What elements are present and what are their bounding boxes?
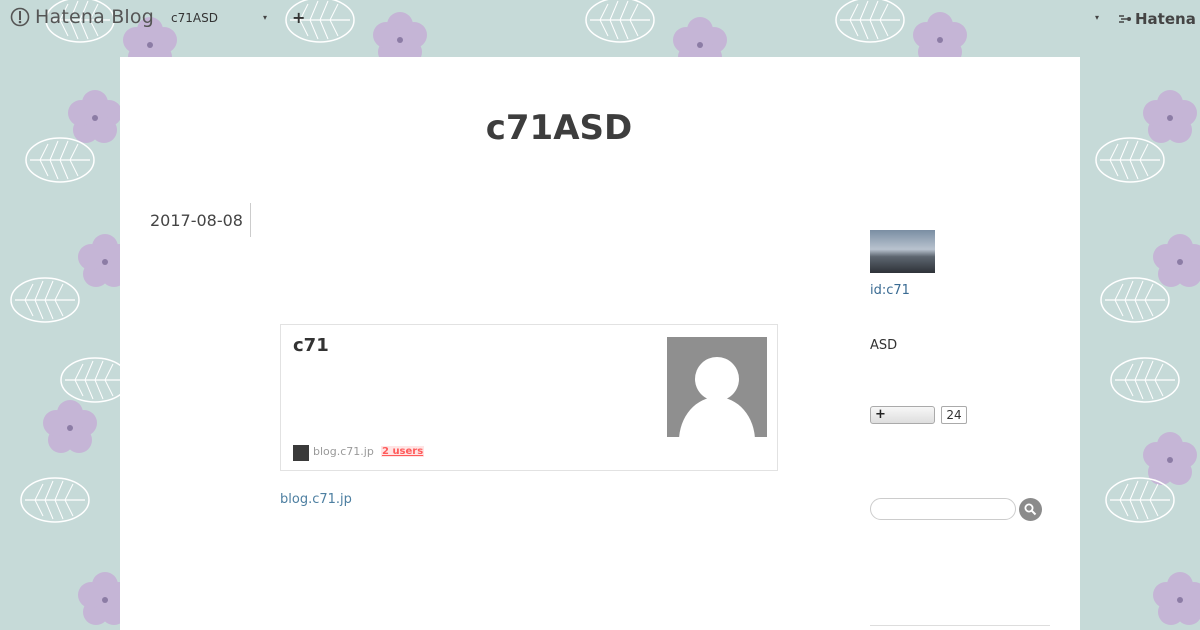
hatena-logo-icon bbox=[1119, 15, 1131, 23]
profile-description: ASD bbox=[870, 338, 898, 353]
user-placeholder-icon bbox=[667, 337, 767, 437]
hatena-logo[interactable]: Hatena bbox=[1118, 10, 1196, 28]
entry-date[interactable]: 2017-08-08 bbox=[150, 211, 243, 230]
chevron-down-icon[interactable]: ▾ bbox=[1095, 13, 1099, 22]
entry-link[interactable]: blog.c71.jp bbox=[280, 492, 352, 507]
search-input[interactable] bbox=[870, 498, 1016, 520]
divider bbox=[250, 203, 251, 237]
hatena-blog-logo[interactable]: Hatena Blog bbox=[10, 6, 154, 28]
plus-icon[interactable]: + bbox=[292, 8, 305, 27]
divider bbox=[870, 625, 1050, 626]
blog-title[interactable]: c71ASD bbox=[0, 108, 1118, 148]
chevron-down-icon[interactable]: ▾ bbox=[263, 13, 267, 22]
hatena-logo-text: Hatena bbox=[1135, 10, 1196, 28]
hatena-blog-logo-text: Hatena Blog bbox=[35, 6, 154, 28]
embed-card-site[interactable]: blog.c71.jp bbox=[313, 445, 374, 458]
blog-selector[interactable]: c71ASD bbox=[171, 11, 218, 25]
bookmark-users-badge[interactable]: 2 users bbox=[381, 446, 425, 457]
profile-id-link[interactable]: id:c71 bbox=[870, 283, 910, 298]
search-button[interactable] bbox=[1019, 498, 1042, 521]
profile-image[interactable] bbox=[870, 230, 935, 273]
site-favicon bbox=[293, 445, 309, 461]
embed-card[interactable]: c71 blog.c71.jp 2 users bbox=[280, 324, 778, 471]
bookmark-button[interactable]: + bbox=[870, 406, 935, 424]
embed-card-title[interactable]: c71 bbox=[293, 335, 329, 356]
global-header: Hatena Blog c71ASD ▾ + ▾ Hatena bbox=[0, 0, 1200, 36]
hatena-blog-logo-icon bbox=[10, 7, 30, 27]
search-icon bbox=[1024, 503, 1037, 516]
bookmark-count[interactable]: 24 bbox=[941, 406, 967, 424]
